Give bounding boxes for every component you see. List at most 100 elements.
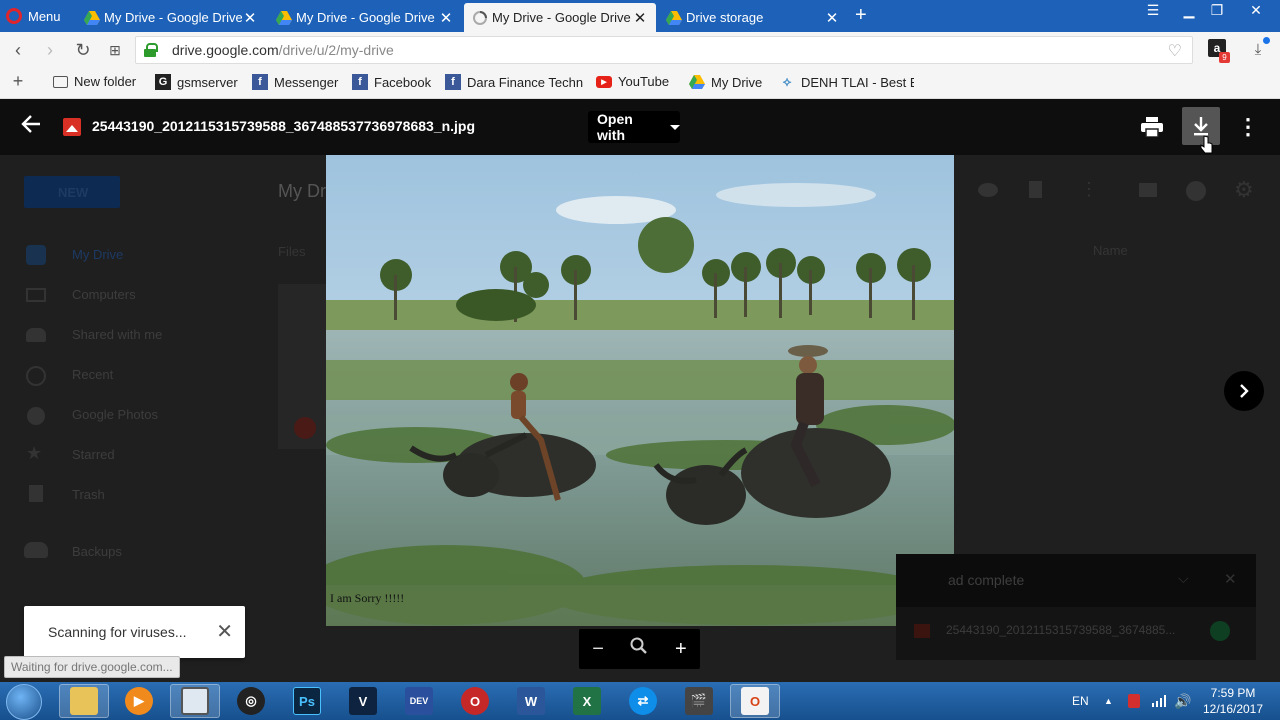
- taskbar-browser-opera[interactable]: O: [730, 684, 780, 718]
- taskbar-word[interactable]: W: [506, 684, 556, 718]
- vegas-icon: V: [349, 687, 377, 715]
- network-signal-icon[interactable]: [1152, 682, 1166, 720]
- opera-logo-icon: [6, 8, 22, 24]
- taskbar-movie-maker[interactable]: 🎬: [674, 684, 724, 718]
- sidebar-item-computers: Computers: [72, 287, 136, 302]
- bookmark-label: New folder: [74, 74, 137, 89]
- google-drive-icon: [276, 10, 292, 25]
- tab-drive-storage[interactable]: Drive storage ✕: [658, 3, 848, 32]
- bookmark-heart-icon[interactable]: ♡: [1168, 41, 1182, 61]
- bookmark-facebook[interactable]: f Facebook: [352, 74, 431, 90]
- sidebar-item-photos: Google Photos: [72, 407, 159, 422]
- folder-icon: [70, 687, 98, 715]
- taskbar-explorer[interactable]: [59, 684, 109, 718]
- taskbar-vegas[interactable]: V: [338, 684, 388, 718]
- obs-icon: ◎: [237, 687, 265, 715]
- image-file-icon: [63, 118, 81, 136]
- taskbar-obs[interactable]: ◎: [226, 684, 276, 718]
- bookmark-my-drive[interactable]: My Drive: [689, 74, 762, 90]
- taskbar-photoshop[interactable]: Ps: [282, 684, 332, 718]
- bookmark-label: DENH TLAI - Best Bi: [801, 74, 914, 90]
- more-options-icon[interactable]: ⋮: [1232, 111, 1264, 143]
- volume-icon[interactable]: 🔊: [1174, 682, 1191, 720]
- downloads-panel: ad complete ⌵ ✕ 25443190_201211531573958…: [896, 554, 1256, 660]
- clock-time: 7:59 PM: [1210, 686, 1256, 700]
- sidebar-item-trash: Trash: [72, 487, 105, 502]
- facebook-icon: f: [445, 74, 461, 90]
- downloads-panel-header: ad complete ⌵ ✕: [896, 554, 1256, 607]
- secure-lock-icon: [144, 43, 158, 57]
- shared-icon: [26, 328, 46, 342]
- bookmarks-bar: + New folder G gsmserver f Messenger f F…: [0, 68, 1280, 99]
- excel-icon: X: [573, 687, 601, 715]
- taskbar-window[interactable]: [170, 684, 220, 718]
- tab-my-drive-1[interactable]: My Drive - Google Drive ✕: [76, 3, 266, 32]
- minimize-icon[interactable]: ▁: [1174, 0, 1204, 22]
- amazon-badge: 9: [1219, 52, 1230, 63]
- tab-close-icon[interactable]: ✕: [824, 9, 840, 27]
- tray-app-icon[interactable]: [1128, 682, 1140, 720]
- bookmark-dara-finance[interactable]: f Dara Finance Techn: [445, 74, 585, 90]
- toast-close-icon[interactable]: ✕: [216, 622, 233, 642]
- speed-dial-icon[interactable]: ⊞: [105, 40, 125, 60]
- easy-setup-icon[interactable]: ☰: [1138, 0, 1168, 22]
- zoom-in-button[interactable]: +: [675, 638, 687, 661]
- bookmark-gsmserver[interactable]: G gsmserver: [155, 74, 238, 90]
- opera-menu-button[interactable]: Menu: [6, 5, 61, 27]
- zoom-out-button[interactable]: −: [592, 638, 604, 661]
- chevron-right-icon: [1240, 384, 1249, 398]
- trash-icon: [29, 485, 43, 502]
- add-bookmark-icon[interactable]: +: [8, 71, 28, 91]
- bookmark-youtube[interactable]: ▶ YouTube: [596, 74, 669, 89]
- google-drive-icon: [666, 10, 682, 25]
- windows-start-button[interactable]: [6, 684, 42, 720]
- tab-my-drive-active[interactable]: My Drive - Google Drive ✕: [464, 3, 656, 32]
- settings-gear-icon: ⚙: [1234, 177, 1254, 202]
- taskbar-teamviewer[interactable]: ⇄: [618, 684, 668, 718]
- taskbar-devcpp[interactable]: DEV: [394, 684, 444, 718]
- check-circle-icon: [1210, 621, 1230, 641]
- restore-icon[interactable]: ❐: [1202, 0, 1232, 22]
- tab-close-icon[interactable]: ✕: [242, 9, 258, 27]
- bookmark-label: gsmserver: [177, 74, 238, 90]
- taskbar-opera[interactable]: O: [450, 684, 500, 718]
- downloads-title: ad complete: [948, 572, 1025, 588]
- open-with-button[interactable]: Open with: [588, 111, 680, 143]
- address-bar-row: ‹ › ↻ ⊞ drive.google.com/drive/u/2/my-dr…: [0, 32, 1280, 68]
- taskbar-media-player[interactable]: ▶: [114, 684, 164, 718]
- forward-icon[interactable]: ›: [40, 40, 60, 60]
- list-view-icon: [1139, 183, 1157, 197]
- next-file-button[interactable]: [1224, 371, 1264, 411]
- reload-icon[interactable]: ↻: [73, 40, 93, 60]
- taskbar-excel[interactable]: X: [562, 684, 612, 718]
- recent-icon: [26, 366, 46, 386]
- new-tab-button[interactable]: +: [855, 5, 867, 25]
- youtube-icon: ▶: [596, 75, 612, 88]
- back-icon[interactable]: ‹: [8, 40, 28, 60]
- url-field[interactable]: drive.google.com/drive/u/2/my-drive ♡: [135, 36, 1193, 64]
- file-card-badge: [294, 417, 316, 439]
- close-viewer-back-icon[interactable]: [20, 113, 42, 141]
- bookmark-denh-tlai[interactable]: ⟡ DENH TLAI - Best Bi: [779, 74, 914, 90]
- tab-title: My Drive - Google Drive: [104, 10, 242, 25]
- tab-title: Drive storage: [686, 10, 764, 25]
- language-indicator[interactable]: EN: [1072, 682, 1089, 720]
- taskbar-clock[interactable]: 7:59 PM 12/16/2017: [1196, 685, 1270, 717]
- bookmark-messenger[interactable]: f Messenger: [252, 74, 338, 90]
- toast-message: Scanning for viruses...: [48, 624, 187, 640]
- tab-close-icon[interactable]: ✕: [632, 9, 648, 27]
- zoom-magnifier-icon[interactable]: [630, 637, 648, 661]
- google-drive-icon: [84, 10, 100, 25]
- tab-my-drive-2[interactable]: My Drive - Google Drive ✕: [268, 3, 462, 32]
- close-window-icon[interactable]: ✕: [1234, 0, 1278, 22]
- bookmark-label: Messenger: [274, 74, 339, 90]
- tab-close-icon[interactable]: ✕: [438, 9, 454, 27]
- open-with-label: Open with: [597, 111, 633, 143]
- print-icon[interactable]: [1136, 111, 1168, 143]
- show-hidden-icons-icon[interactable]: ▲: [1104, 682, 1113, 720]
- computers-icon: [26, 288, 46, 302]
- backups-icon: [24, 542, 48, 558]
- bookmark-new-folder[interactable]: New folder: [53, 74, 136, 89]
- facebook-icon: f: [352, 74, 368, 90]
- bookmark-label: Dara Finance Techn: [467, 74, 584, 90]
